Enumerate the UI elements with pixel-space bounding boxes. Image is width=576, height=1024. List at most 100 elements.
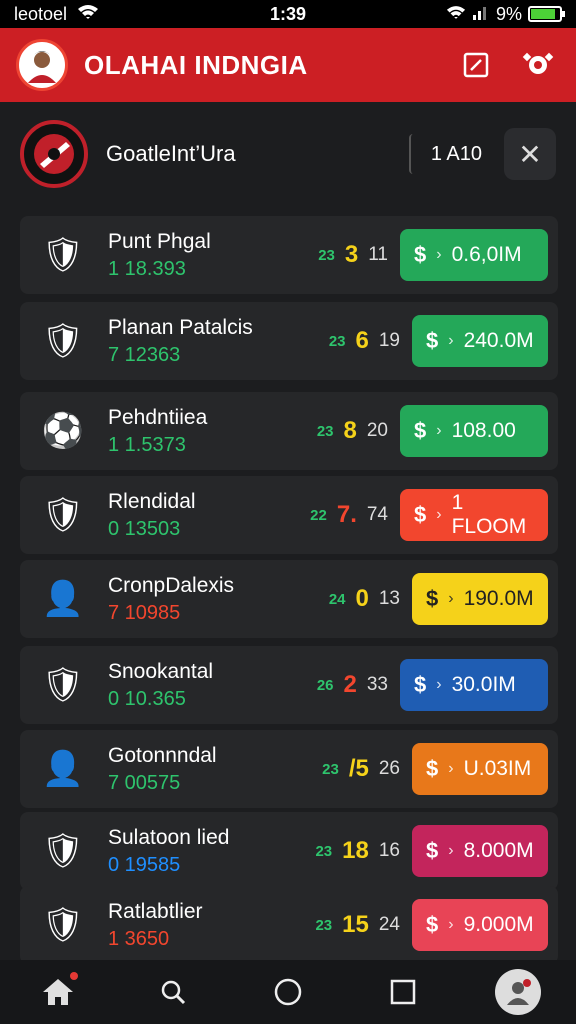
player-score: 1 18.393: [108, 257, 186, 280]
value-button[interactable]: $ › 8.000M: [412, 825, 548, 877]
team-panel: GoatleInt’Ura 1 A10 ✕: [20, 112, 556, 196]
player-stats: 24 0 13: [278, 585, 400, 613]
player-name: Sulatoon lied: [108, 825, 230, 849]
player-stats: 23 6 19: [278, 327, 400, 355]
stat-tag: 23: [315, 916, 333, 934]
player-score: 0 19585: [108, 853, 181, 876]
player-info: Punt Phgal 1 18.393: [108, 230, 278, 281]
close-icon: ✕: [518, 138, 542, 170]
club-badge-icon: 🛡: [41, 666, 85, 704]
player-row[interactable]: 🛡 Ratlabtlier 1 3650 23 15 24 $ › 9.000M: [20, 886, 558, 964]
nav-square[interactable]: [375, 964, 431, 1020]
stat-main: 18: [342, 837, 369, 864]
profile-icon: [495, 969, 542, 1015]
player-info: Rlendidal 0 13503: [108, 490, 278, 541]
value-label: 1 FLOOM: [451, 491, 527, 538]
club-badge-icon: 🛡: [41, 236, 85, 274]
arrow-icon: ›: [448, 332, 454, 349]
player-info: CronpDalexis 7 10985: [108, 574, 278, 625]
player-row[interactable]: 🛡 Snookantal 0 10.365 26 2 33 $ › 30.0IM: [20, 646, 558, 724]
club-badge-icon: 🛡: [41, 906, 85, 944]
value-button[interactable]: $ › 30.0IM: [400, 659, 548, 711]
player-row[interactable]: 🛡 Rlendidal 0 13503 22 7. 74 $ › 1 FLOOM: [20, 476, 558, 554]
team-avatar[interactable]: [16, 39, 68, 91]
player-row[interactable]: 🛡 Sulatoon lied 0 19585 23 18 16 $ › 8.0…: [20, 812, 558, 890]
player-stats: 26 2 33: [278, 671, 388, 699]
value-label: 9.000M: [463, 913, 534, 936]
player-info: Sulatoon lied 0 19585: [108, 826, 278, 877]
club-badge-icon: 🛡: [41, 322, 85, 360]
search-icon: [161, 980, 185, 1005]
close-button[interactable]: ✕: [504, 128, 556, 180]
stat-main: 15: [342, 911, 369, 938]
player-score: 7 10985: [108, 601, 181, 624]
player-row[interactable]: 🛡 Planan Patalcis 7 12363 23 6 19 $ › 24…: [20, 302, 558, 380]
stat-sub: 19: [378, 330, 400, 351]
nav-search[interactable]: [145, 964, 201, 1020]
value-button[interactable]: $ › U.03IM: [412, 743, 548, 795]
stat-main: 3: [344, 241, 359, 268]
stat-sub: 13: [378, 588, 400, 609]
stat-tag: 23: [316, 422, 334, 440]
square-icon: [390, 979, 416, 1005]
dollar-icon: $: [414, 672, 427, 697]
player-row[interactable]: 🛡 Punt Phgal 1 18.393 23 3 11 $ › 0.6,0I…: [20, 216, 558, 294]
player-score: 0 10.365: [108, 687, 186, 710]
value-label: 240.0M: [463, 329, 534, 352]
player-name: CronpDalexis: [108, 573, 235, 597]
value-label: 108.00: [451, 419, 516, 442]
stat-main: 7.: [336, 501, 357, 528]
stat-tag: 23: [322, 760, 339, 778]
dollar-icon: $: [426, 838, 439, 863]
dollar-icon: $: [414, 418, 427, 443]
edit-icon: [463, 52, 489, 78]
arrow-icon: ›: [436, 422, 442, 439]
stat-tag: 23: [318, 246, 335, 264]
arrow-icon: ›: [448, 590, 454, 607]
player-row[interactable]: 👤 CronpDalexis 7 10985 24 0 13 $ › 190.0…: [20, 560, 558, 638]
stat-sub: 16: [378, 840, 400, 861]
player-row[interactable]: ⚽ Pehdntiiea 1 1.5373 23 8 20 $ › 108.00: [20, 392, 558, 470]
player-score: 0 13503: [108, 517, 181, 540]
value-button[interactable]: $ › 190.0M: [412, 573, 548, 625]
player-name: Rlendidal: [108, 489, 196, 513]
nav-home[interactable]: [30, 964, 86, 1020]
player-stats: 23 /5 26: [278, 755, 400, 783]
status-bar: leotoel 1:39 9%: [0, 0, 576, 28]
dollar-icon: $: [414, 502, 427, 527]
player-stats: 22 7. 74: [278, 501, 388, 529]
player-stats: 23 3 11: [278, 241, 388, 269]
clock: 1:39: [269, 3, 307, 24]
arrow-icon: ›: [448, 842, 454, 859]
stat-main: 8: [343, 417, 357, 444]
stat-sub: 26: [378, 758, 400, 779]
edit-button[interactable]: [454, 43, 498, 87]
value-button[interactable]: $ › 9.000M: [412, 899, 548, 951]
app-header: OLAHAI INDNGIA: [0, 28, 576, 102]
nav-profile[interactable]: [490, 964, 546, 1020]
gear-icon: [522, 52, 554, 74]
value-button[interactable]: $ › 1 FLOOM: [400, 489, 548, 541]
player-name: Gotonnndal: [108, 743, 217, 767]
stat-sub: 33: [366, 674, 388, 695]
value-label: 0.6,0IM: [451, 243, 522, 266]
value-button[interactable]: $ › 0.6,0IM: [400, 229, 548, 281]
rank-label: 1 A10: [430, 142, 482, 165]
player-name: Punt Phgal: [108, 229, 211, 253]
nav-circle[interactable]: [260, 964, 316, 1020]
player-row[interactable]: 👤 Gotonnndal 7 00575 23 /5 26 $ › U.03IM: [20, 730, 558, 808]
settings-button[interactable]: [516, 43, 560, 87]
stat-main: 2: [343, 671, 357, 698]
stat-main: /5: [348, 755, 369, 782]
player-name: Planan Patalcis: [108, 315, 253, 339]
dollar-icon: $: [426, 912, 439, 937]
value-label: 8.000M: [463, 839, 534, 862]
value-button[interactable]: $ › 108.00: [400, 405, 548, 457]
player-score: 7 00575: [108, 771, 181, 794]
value-button[interactable]: $ › 240.0M: [412, 315, 548, 367]
stat-tag: 26: [316, 676, 334, 694]
club-badge-icon: 👤: [41, 750, 85, 788]
dollar-icon: $: [414, 242, 427, 267]
team-rank: 1 A10: [408, 134, 482, 174]
player-stats: 23 8 20: [278, 417, 388, 445]
